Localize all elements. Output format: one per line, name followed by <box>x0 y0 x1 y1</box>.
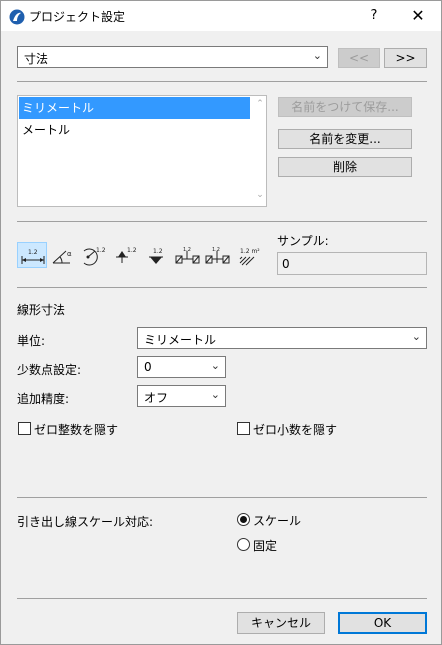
project-settings-dialog: プロジェクト設定 ? ✕ 寸法 ⌄ << >> ミリメートル メートル ⌃ ⌄ … <box>0 0 442 645</box>
sample-label: サンプル: <box>277 234 329 248</box>
chevron-down-icon: ⌄ <box>411 330 421 343</box>
extra-precision-select-value: オフ <box>144 391 169 405</box>
cancel-button[interactable]: キャンセル <box>237 612 325 634</box>
area-dimension-icon[interactable]: 1.2 m² <box>235 242 265 268</box>
svg-text:1.2: 1.2 <box>28 249 38 256</box>
chevron-down-icon: ⌄ <box>210 388 220 401</box>
rename-button[interactable]: 名前を変更... <box>278 129 412 149</box>
window-title: プロジェクト設定 <box>29 10 126 24</box>
leader-fixed-option-label: 固定 <box>253 539 278 553</box>
sample-value: 0 <box>282 257 290 271</box>
ok-button[interactable]: OK <box>338 612 427 634</box>
delete-button[interactable]: 削除 <box>278 157 412 177</box>
svg-text:1.2: 1.2 <box>153 248 163 255</box>
chevron-down-icon: ⌄ <box>210 359 220 372</box>
sample-display: 0 <box>277 252 427 275</box>
chevron-down-icon: ⌄ <box>312 49 322 62</box>
list-item[interactable]: ミリメートル <box>19 97 250 119</box>
scroll-up-icon[interactable]: ⌃ <box>254 99 266 109</box>
category-select[interactable]: 寸法 ⌄ <box>17 46 328 68</box>
close-button[interactable]: ✕ <box>401 1 435 31</box>
angle-dimension-icon[interactable]: α <box>49 242 79 268</box>
radial-dimension-icon[interactable]: 1.2 <box>79 242 109 268</box>
title-bar: プロジェクト設定 ? ✕ <box>1 1 441 31</box>
separator <box>17 497 427 498</box>
decimals-select[interactable]: 0 ⌄ <box>137 356 226 378</box>
svg-text:1.2: 1.2 <box>183 247 191 253</box>
elevation-dimension-icon[interactable]: 1.2 <box>143 242 173 268</box>
unit-select[interactable]: ミリメートル ⌄ <box>137 327 427 349</box>
extra-precision-select[interactable]: オフ ⌄ <box>137 385 226 407</box>
help-button[interactable]: ? <box>361 1 387 31</box>
unit-label: 単位: <box>17 334 46 348</box>
door-window-dimension-icon[interactable]: 1.2 <box>173 242 203 268</box>
svg-text:α: α <box>67 250 72 258</box>
separator <box>17 221 427 222</box>
category-select-value: 寸法 <box>24 52 49 66</box>
leader-scale-radio[interactable] <box>237 513 250 526</box>
leader-fixed-radio[interactable] <box>237 538 250 551</box>
separator <box>17 287 427 288</box>
hide-zero-decimal-label: ゼロ小数を隠す <box>253 423 338 437</box>
archicad-logo-icon <box>9 9 25 25</box>
section-heading: 線形寸法 <box>17 303 66 317</box>
list-item[interactable]: メートル <box>19 119 250 141</box>
decimals-label: 少数点設定: <box>17 363 82 377</box>
save-as-button[interactable]: 名前をつけて保存... <box>278 97 412 117</box>
svg-text:1.2: 1.2 <box>127 247 137 254</box>
hide-zero-decimal-checkbox[interactable] <box>237 422 250 435</box>
scroll-down-icon[interactable]: ⌄ <box>254 190 266 200</box>
svg-text:1.2: 1.2 <box>212 247 220 253</box>
level-dimension-icon[interactable]: 1.2 <box>111 242 141 268</box>
unit-select-value: ミリメートル <box>144 333 217 347</box>
preset-list[interactable]: ミリメートル メートル ⌃ ⌄ <box>17 95 267 207</box>
svg-text:1.2: 1.2 <box>96 247 106 254</box>
hide-zero-integer-checkbox[interactable] <box>18 422 31 435</box>
prev-category-button[interactable]: << <box>338 48 380 68</box>
hide-zero-integer-label: ゼロ整数を隠す <box>34 423 119 437</box>
leader-scale-label: 引き出し線スケール対応: <box>17 515 154 529</box>
sill-height-dimension-icon[interactable]: 1.2 <box>203 242 233 268</box>
linear-dimension-icon[interactable]: 1.2 <box>17 242 47 268</box>
extra-precision-label: 追加精度: <box>17 392 70 406</box>
decimals-select-value: 0 <box>144 360 152 374</box>
next-category-button[interactable]: >> <box>384 48 427 68</box>
separator <box>17 598 427 599</box>
svg-text:1.2 m²: 1.2 m² <box>240 248 260 255</box>
leader-scale-option-label: スケール <box>253 514 302 528</box>
separator <box>17 81 427 82</box>
